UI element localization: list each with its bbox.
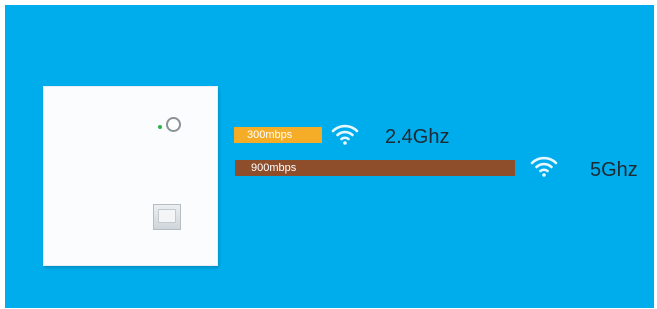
power-button-icon	[166, 117, 181, 132]
speed-bar-24ghz: 300mbps	[234, 127, 322, 143]
speed-bar-5ghz: 900mbps	[235, 160, 515, 176]
wall-access-point-device	[43, 86, 218, 266]
wifi-icon	[530, 156, 558, 177]
speed-label-24ghz: 300mbps	[247, 129, 293, 141]
product-banner: 300mbps 2.4Ghz 900mbps 5Ghz	[5, 5, 654, 308]
led-indicator-icon	[158, 125, 162, 129]
band-label-24ghz: 2.4Ghz	[385, 126, 450, 148]
ethernet-port-icon	[153, 204, 181, 230]
band-label-5ghz: 5Ghz	[590, 159, 638, 181]
speed-label-5ghz: 900mbps	[251, 162, 297, 174]
wifi-icon	[331, 124, 359, 145]
